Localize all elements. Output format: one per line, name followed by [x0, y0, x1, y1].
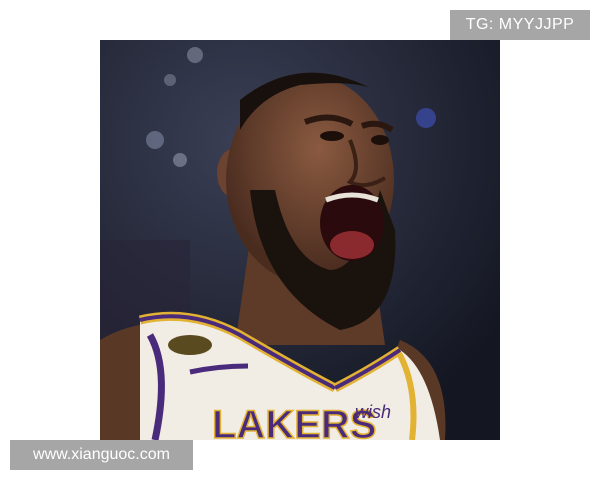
watermark-top: TG: MYYJJPP	[450, 10, 590, 40]
jersey-patch-icon	[168, 335, 212, 355]
watermark-bottom: www.xianguoc.com	[10, 440, 193, 470]
jersey-sponsor: wish	[355, 402, 391, 422]
jersey-lettering: LAKERS	[212, 403, 376, 440]
player-photo: LAKERS wish	[100, 40, 500, 440]
